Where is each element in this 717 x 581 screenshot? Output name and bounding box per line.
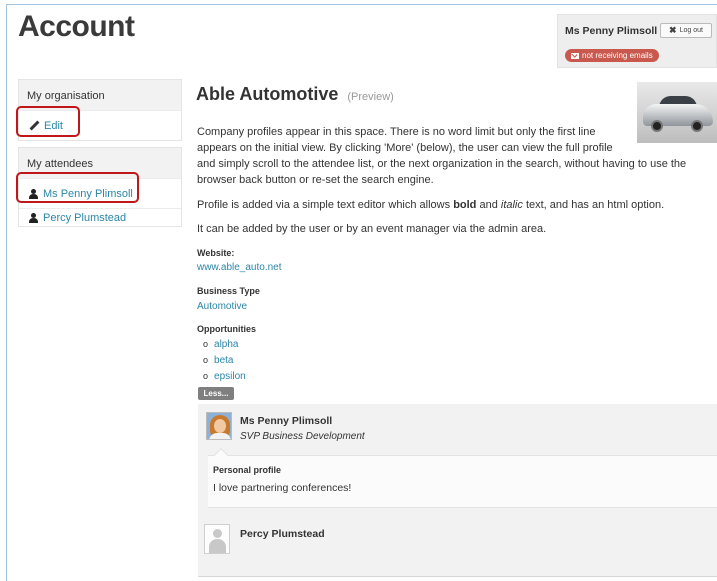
close-icon: ✖	[669, 25, 677, 35]
sidebar: My organisation Edit My attendees Ms Pen…	[18, 79, 182, 227]
sidebar-attendee-item[interactable]: Percy Plumstead	[19, 208, 181, 226]
user-box: Ms Penny Plimsoll ✖ Log out not receivin…	[557, 14, 717, 68]
page-title: Account	[18, 10, 135, 43]
less-button[interactable]: Less...	[198, 387, 234, 400]
attendee-role: SVP Business Development	[240, 431, 365, 442]
user-name: Ms Penny Plimsoll	[565, 25, 658, 37]
opportunity-item[interactable]: o beta	[203, 355, 233, 366]
admin-info-text: It can be added by the user or by an eve…	[197, 223, 547, 235]
envelope-icon	[571, 52, 579, 59]
company-description-line: and simply scroll to the attendee list, …	[197, 158, 687, 170]
preview-label: (Preview)	[347, 91, 394, 103]
editor-info-text: Profile is added via a simple text edito…	[197, 199, 665, 211]
personal-profile-label: Personal profile	[213, 465, 282, 475]
logout-button[interactable]: ✖ Log out	[660, 23, 712, 38]
edit-organisation-link[interactable]: Edit	[19, 110, 181, 140]
logout-label: Log out	[679, 27, 703, 34]
company-logo-image	[637, 82, 717, 143]
personal-profile-card: Personal profile I love partnering confe…	[208, 447, 717, 508]
opportunities-label: Opportunities	[197, 324, 256, 334]
sidebar-attendee-name: Percy Plumstead	[43, 211, 127, 224]
divider	[198, 576, 717, 577]
attendees-header: My attendees	[19, 148, 181, 178]
company-name: Able Automotive (Preview)	[196, 84, 394, 104]
attendee-name[interactable]: Percy Plumstead	[240, 528, 325, 540]
edit-label: Edit	[44, 119, 63, 132]
person-icon	[29, 212, 38, 223]
avatar[interactable]	[206, 412, 232, 440]
opportunity-item[interactable]: o alpha	[203, 339, 238, 350]
attendees-section: My attendees Ms Penny Plimsoll Percy Plu…	[18, 147, 182, 227]
company-description-line: Company profiles appear in this space. T…	[197, 126, 596, 138]
person-icon	[29, 188, 38, 199]
email-status-text: not receiving emails	[582, 51, 653, 60]
organisation-header: My organisation	[19, 80, 181, 110]
business-type-label: Business Type	[197, 286, 260, 296]
company-description-line: browser back button or re-set the search…	[197, 174, 434, 186]
opportunity-item[interactable]: o epsilon	[203, 371, 246, 382]
website-label: Website:	[197, 248, 235, 258]
website-link[interactable]: www.able_auto.net	[197, 262, 282, 273]
business-type-link[interactable]: Automotive	[197, 301, 247, 312]
avatar[interactable]	[204, 524, 230, 554]
company-description-line: appears on the initial view. By clicking…	[197, 142, 613, 154]
company-name-text: Able Automotive	[196, 84, 339, 104]
pencil-icon	[29, 121, 39, 131]
sidebar-attendee-name: Ms Penny Plimsoll	[43, 187, 133, 200]
sidebar-attendee-item[interactable]: Ms Penny Plimsoll	[19, 178, 181, 208]
personal-profile-text: I love partnering conferences!	[213, 482, 352, 494]
attendee-name[interactable]: Ms Penny Plimsoll	[240, 415, 332, 427]
email-status-badge: not receiving emails	[565, 49, 659, 62]
organisation-section: My organisation Edit	[18, 79, 182, 141]
